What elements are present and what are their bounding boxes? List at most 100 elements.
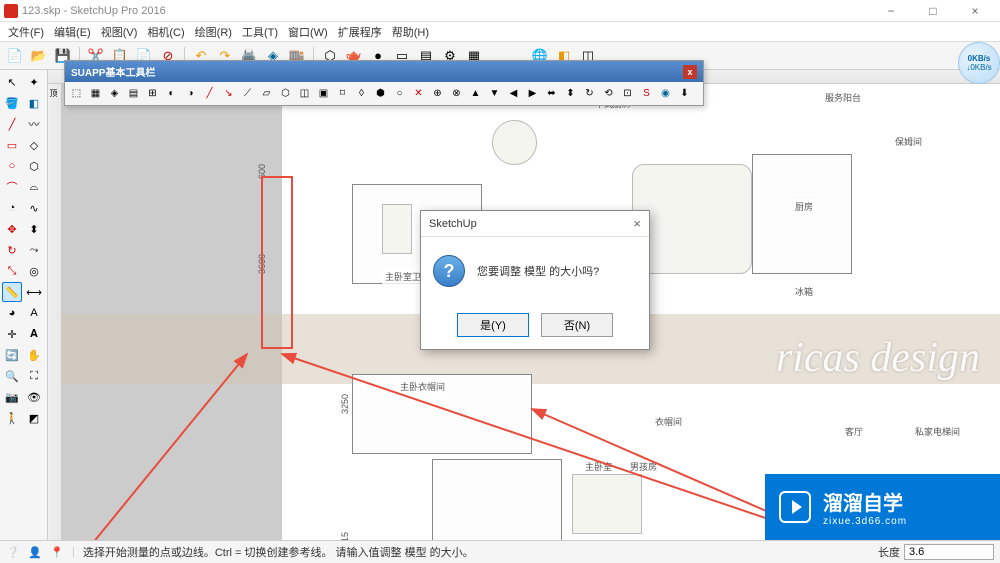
menu-view[interactable]: 视图(V): [97, 22, 142, 42]
suapp-tool-14[interactable]: ▣: [315, 85, 332, 102]
open-icon[interactable]: 📂: [28, 45, 50, 67]
menu-draw[interactable]: 绘图(R): [191, 22, 236, 42]
suapp-tool-9[interactable]: ↘: [220, 85, 237, 102]
suapp-tool-12[interactable]: ⬡: [277, 85, 294, 102]
suapp-toolbar[interactable]: SUAPP基本工具栏 x ⬚ ▦ ◈ ▤ ⊞ ◐ ◑ ╱ ↘ ⟋ ▱ ⬡ ◫ ▣…: [64, 60, 704, 106]
protractor-icon[interactable]: ◕: [2, 303, 22, 323]
zoom-icon[interactable]: 🔍: [2, 366, 22, 386]
scale-icon[interactable]: ⤡: [2, 261, 22, 281]
measurement-input[interactable]: [904, 544, 994, 560]
rect-icon[interactable]: ▭: [2, 135, 22, 155]
menu-file[interactable]: 文件(F): [4, 22, 48, 42]
suapp-tool-11[interactable]: ▱: [258, 85, 275, 102]
suapp-tool-29[interactable]: ⟲: [600, 85, 617, 102]
suapp-tool-28[interactable]: ↻: [581, 85, 598, 102]
suapp-tool-17[interactable]: ⬢: [372, 85, 389, 102]
dim-600: 600: [257, 164, 267, 179]
menu-window[interactable]: 窗口(W): [284, 22, 332, 42]
camera-icon[interactable]: 📷: [2, 387, 22, 407]
eraser-icon[interactable]: ◧: [24, 93, 44, 113]
room-boy-label: 男孩房: [627, 459, 660, 474]
status-help-icon[interactable]: ❔: [6, 545, 20, 559]
new-icon[interactable]: 📄: [4, 45, 26, 67]
rotated-rect-icon[interactable]: ◇: [24, 135, 44, 155]
suapp-tool-31[interactable]: S: [638, 85, 655, 102]
menu-extensions[interactable]: 扩展程序: [334, 22, 386, 42]
arc-icon[interactable]: ⌒: [2, 177, 22, 197]
statusbar: ❔ 👤 📍 | 选择开始测量的点或边线。Ctrl = 切换创建参考线。 请输入值…: [0, 540, 1000, 563]
circle-icon[interactable]: ○: [2, 156, 22, 176]
freehand-icon[interactable]: 〰: [24, 114, 44, 134]
maximize-button[interactable]: □: [912, 0, 954, 22]
close-button[interactable]: ×: [954, 0, 996, 22]
pie-icon[interactable]: ◔: [2, 198, 22, 218]
arc2-icon[interactable]: ⌓: [24, 177, 44, 197]
menu-camera[interactable]: 相机(C): [143, 22, 188, 42]
minimize-button[interactable]: −: [870, 0, 912, 22]
room-balcony-label: 服务阳台: [822, 90, 864, 105]
text-icon[interactable]: A: [24, 303, 44, 323]
dialog-no-button[interactable]: 否(N): [541, 313, 613, 337]
dim-3615: 3615: [340, 532, 350, 540]
suapp-tool-25[interactable]: ▶: [524, 85, 541, 102]
room-wardrobe-label: 主卧衣帽间: [397, 379, 448, 394]
menu-help[interactable]: 帮助(H): [388, 22, 433, 42]
select-icon[interactable]: ↖: [2, 72, 22, 92]
dialog-close-button[interactable]: ×: [633, 216, 641, 231]
followme-icon[interactable]: ⤳: [24, 240, 44, 260]
suapp-tool-27[interactable]: ⬍: [562, 85, 579, 102]
suapp-close-button[interactable]: x: [683, 65, 697, 79]
suapp-tool-8[interactable]: ╱: [201, 85, 218, 102]
status-user-icon[interactable]: 👤: [28, 545, 42, 559]
suapp-tool-18[interactable]: ○: [391, 85, 408, 102]
status-geo-icon[interactable]: 📍: [50, 545, 64, 559]
offset-icon[interactable]: ◎: [24, 261, 44, 281]
dialog-titlebar[interactable]: SketchUp ×: [421, 211, 649, 237]
suapp-tool-7[interactable]: ◑: [182, 85, 199, 102]
pan-icon[interactable]: ✋: [24, 345, 44, 365]
paint-icon[interactable]: 🪣: [2, 93, 22, 113]
3dtext-icon[interactable]: 𝐀: [24, 324, 44, 344]
orbit-icon[interactable]: 🔄: [2, 345, 22, 365]
suapp-tool-20[interactable]: ⊕: [429, 85, 446, 102]
suapp-tool-33[interactable]: ⬇: [676, 85, 693, 102]
suapp-tool-13[interactable]: ◫: [296, 85, 313, 102]
suapp-tool-16[interactable]: ◊: [353, 85, 370, 102]
menu-edit[interactable]: 编辑(E): [50, 22, 95, 42]
section-icon[interactable]: ◩: [24, 408, 44, 428]
suapp-tool-5[interactable]: ⊞: [144, 85, 161, 102]
axes-icon[interactable]: ✛: [2, 324, 22, 344]
suapp-tool-21[interactable]: ⊗: [448, 85, 465, 102]
polygon-icon[interactable]: ⬡: [24, 156, 44, 176]
room-living-label: 客厅: [842, 424, 866, 439]
tape-icon[interactable]: 📏: [2, 282, 22, 302]
suapp-tool-19[interactable]: ✕: [410, 85, 427, 102]
suapp-tool-24[interactable]: ◀: [505, 85, 522, 102]
rotate-icon[interactable]: ↻: [2, 240, 22, 260]
look-icon[interactable]: 👁: [24, 387, 44, 407]
suapp-tool-1[interactable]: ⬚: [68, 85, 85, 102]
suapp-tool-32[interactable]: ◉: [657, 85, 674, 102]
pushpull-icon[interactable]: ⬍: [24, 219, 44, 239]
suapp-tool-26[interactable]: ⬌: [543, 85, 560, 102]
suapp-tool-23[interactable]: ▼: [486, 85, 503, 102]
menu-tools[interactable]: 工具(T): [238, 22, 282, 42]
suapp-tool-22[interactable]: ▲: [467, 85, 484, 102]
room-clothes-label: 衣帽间: [652, 414, 685, 429]
suapp-tool-30[interactable]: ⊡: [619, 85, 636, 102]
zoomext-icon[interactable]: ⛶: [24, 366, 44, 386]
suapp-tool-15[interactable]: ⌑: [334, 85, 351, 102]
suapp-tool-3[interactable]: ◈: [106, 85, 123, 102]
component-icon[interactable]: ✦: [24, 72, 44, 92]
suapp-tool-2[interactable]: ▦: [87, 85, 104, 102]
walk-icon[interactable]: 🚶: [2, 408, 22, 428]
dialog-yes-button[interactable]: 是(Y): [457, 313, 529, 337]
bezier-icon[interactable]: ∿: [24, 198, 44, 218]
suapp-tool-4[interactable]: ▤: [125, 85, 142, 102]
move-icon[interactable]: ✥: [2, 219, 22, 239]
line-icon[interactable]: ╱: [2, 114, 22, 134]
suapp-tool-6[interactable]: ◐: [163, 85, 180, 102]
dimension-icon[interactable]: ⟷: [24, 282, 44, 302]
suapp-tool-10[interactable]: ⟋: [239, 85, 256, 102]
suapp-titlebar[interactable]: SUAPP基本工具栏 x: [65, 61, 703, 82]
